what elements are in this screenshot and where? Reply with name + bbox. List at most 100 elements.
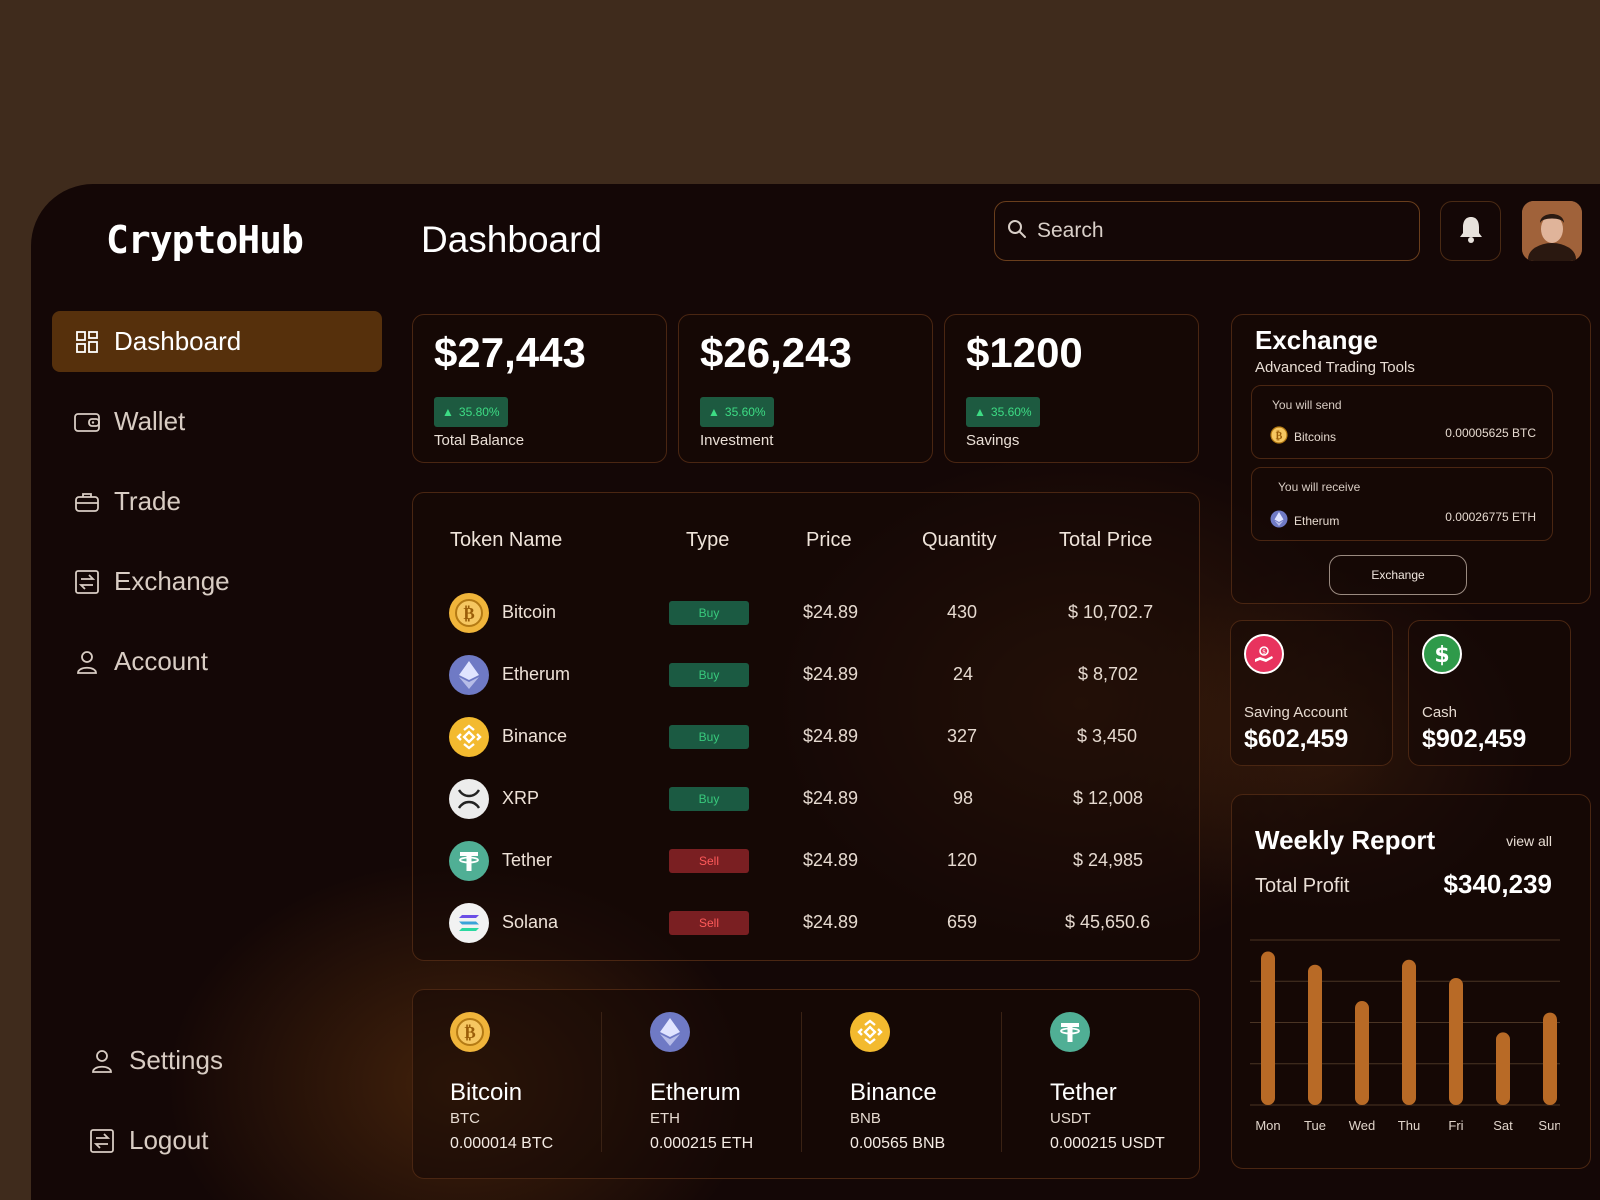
search-input[interactable]: Search: [994, 201, 1420, 261]
coin-symbol: ETH: [650, 1110, 680, 1127]
bell-icon: [1457, 214, 1485, 249]
saving-account-card[interactable]: $ Saving Account $602,459: [1230, 620, 1393, 766]
total-price: $ 8,702: [1078, 664, 1139, 684]
price: $24.89: [803, 664, 859, 684]
ethereum-icon: [1270, 510, 1288, 531]
x-tick-label: Sun: [1538, 1118, 1560, 1133]
column-header-price: Price: [806, 529, 852, 551]
weekly-title: Weekly Report: [1255, 825, 1436, 855]
stat-card-savings: $1200 ▲ 35.60% Savings: [944, 314, 1199, 463]
exchange-panel: Exchange Advanced Trading Tools You will…: [1231, 314, 1591, 604]
sidebar-item-wallet[interactable]: Wallet: [52, 391, 382, 452]
type-badge: Sell: [669, 911, 749, 935]
coin-value: 0.000215 USDT: [1050, 1135, 1165, 1152]
sidebar-item-label: Exchange: [114, 566, 230, 596]
notifications-button[interactable]: [1440, 201, 1501, 261]
sidebar-item-exchange[interactable]: Exchange: [52, 551, 382, 612]
send-amount: 0.00005625 BTC: [1445, 426, 1536, 440]
ethereum-icon: [650, 1012, 690, 1052]
x-tick-label: Thu: [1398, 1118, 1420, 1133]
coin-symbol: BNB: [850, 1110, 881, 1127]
stat-label: Savings: [966, 432, 1020, 449]
sidebar-item-trade[interactable]: Trade: [52, 471, 382, 532]
receive-label: You will receive: [1278, 480, 1361, 494]
coin-value: 0.00565 BNB: [850, 1135, 946, 1152]
bitcoin-icon: ₿: [1270, 426, 1288, 447]
type-badge: Buy: [669, 725, 749, 749]
table-row[interactable]: Tether Sell $24.89 120 $ 24,985: [413, 836, 1201, 886]
quantity: 120: [947, 850, 978, 870]
receive-amount: 0.00026775 ETH: [1445, 510, 1536, 524]
coin-card-bitcoin[interactable]: ₿ Bitcoin BTC 0.000014 BTC: [413, 990, 613, 1180]
sidebar-item-settings[interactable]: Settings: [67, 1030, 397, 1091]
svg-text:$: $: [1262, 649, 1266, 656]
table-row[interactable]: Etherum Buy $24.89 24 $ 8,702: [413, 650, 1201, 700]
coin-symbol: USDT: [1050, 1110, 1091, 1127]
column-header-token-name: Token Name: [450, 529, 563, 551]
weekly-bar-chart: Mon Tue Wed Thu Fri Sat Sun: [1250, 939, 1560, 1133]
sidebar-item-label: Account: [114, 646, 208, 676]
exchange-title: Exchange: [1255, 325, 1378, 355]
receive-box[interactable]: You will receive Etherum 0.00026775 ETH: [1251, 467, 1553, 541]
sidebar-item-logout[interactable]: Logout: [67, 1110, 397, 1171]
weekly-report-panel: Weekly Report view all Total Profit $340…: [1231, 794, 1591, 1169]
table-row[interactable]: ₿ Bitcoin Buy $24.89 430 $ 10,702.7: [413, 588, 1201, 638]
coin-name: Binance: [850, 1079, 937, 1106]
svg-text:$: $: [1434, 643, 1449, 666]
coin-card-tether[interactable]: Tether USDT 0.000215 USDT: [1013, 990, 1213, 1180]
sidebar-item-label: Dashboard: [114, 326, 242, 356]
send-coin-name: Bitcoins: [1294, 429, 1337, 444]
search-icon: [1007, 219, 1027, 244]
coin-name: Tether: [1050, 1079, 1117, 1106]
table-row[interactable]: Solana Sell $24.89 659 $ 45,650.6: [413, 898, 1201, 948]
send-box[interactable]: You will send ₿ Bitcoins 0.00005625 BTC: [1251, 385, 1553, 459]
price: $24.89: [803, 912, 859, 932]
exchange-icon: [74, 569, 100, 595]
coin-symbol: BTC: [450, 1110, 480, 1127]
table-row[interactable]: Binance Buy $24.89 327 $ 3,450: [413, 712, 1201, 762]
column-header-total-price: Total Price: [1059, 529, 1153, 551]
grid-icon: [74, 329, 100, 355]
bar-sat: [1496, 1032, 1510, 1105]
sidebar-item-account[interactable]: Account: [52, 631, 382, 692]
change-badge: ▲ 35.60%: [966, 397, 1040, 427]
search-placeholder: Search: [1037, 219, 1104, 242]
exchange-button[interactable]: Exchange: [1329, 555, 1467, 595]
user-avatar[interactable]: [1522, 201, 1582, 261]
stat-card-investment: $26,243 ▲ 35.60% Investment: [678, 314, 933, 463]
sidebar-item-dashboard[interactable]: Dashboard: [52, 311, 382, 372]
sidebar-item-label: Wallet: [114, 406, 186, 436]
stat-amount: $1200: [966, 329, 1083, 376]
page-title: Dashboard: [421, 219, 603, 260]
view-all-link[interactable]: view all: [1506, 833, 1552, 849]
svg-text:₿: ₿: [463, 604, 474, 624]
coin-card-ethereum[interactable]: Etherum ETH 0.000215 ETH: [613, 990, 813, 1180]
table-row[interactable]: XRP Buy $24.89 98 $ 12,008: [413, 774, 1201, 824]
binance-icon: [850, 1012, 890, 1052]
bitcoin-icon: ₿: [449, 593, 489, 633]
token-name: Tether: [502, 850, 553, 870]
quantity: 430: [947, 602, 978, 622]
wallet-icon: [74, 409, 100, 435]
sidebar-item-label: Trade: [114, 486, 181, 516]
sidebar-item-label: Settings: [129, 1045, 223, 1075]
x-tick-label: Tue: [1304, 1118, 1326, 1133]
binance-icon: [449, 717, 489, 757]
total-profit-label: Total Profit: [1255, 875, 1350, 897]
cash-card[interactable]: $ Cash $902,459: [1408, 620, 1571, 766]
x-tick-label: Fri: [1448, 1118, 1463, 1133]
exchange-subtitle: Advanced Trading Tools: [1255, 359, 1415, 376]
coin-name: Bitcoin: [450, 1079, 523, 1106]
token-name: Etherum: [502, 664, 571, 684]
coin-card-binance[interactable]: Binance BNB 0.00565 BNB: [813, 990, 1013, 1180]
xrp-icon: [449, 779, 489, 819]
tether-icon: [449, 841, 489, 881]
quantity: 659: [947, 912, 978, 932]
receive-coin: Etherum: [1270, 510, 1339, 531]
piggy-icon: $: [1244, 634, 1284, 674]
account-label: Saving Account: [1244, 704, 1348, 721]
app-logo: CryptoHub: [106, 218, 304, 262]
price: $24.89: [803, 850, 859, 870]
app-window: CryptoHub Dashboard Search Dashboard Wal…: [31, 184, 1600, 1200]
total-price: $ 3,450: [1077, 726, 1138, 746]
